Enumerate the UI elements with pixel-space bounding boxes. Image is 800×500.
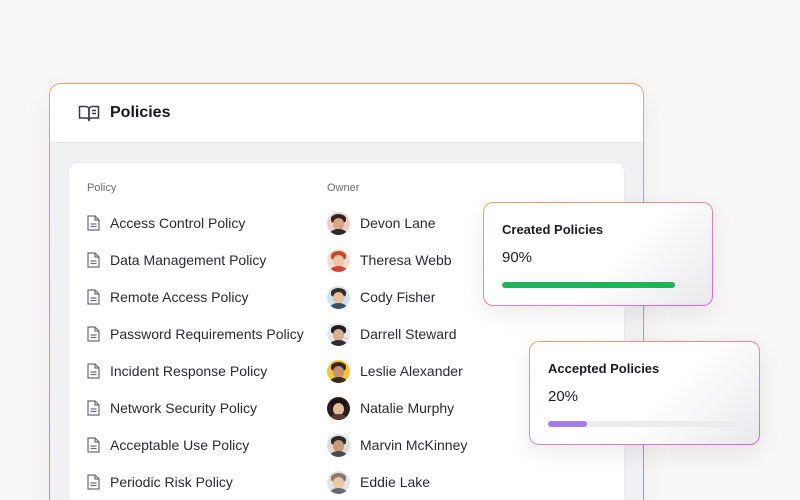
owner-name: Natalie Murphy bbox=[360, 400, 455, 416]
owner-name: Leslie Alexander bbox=[360, 363, 463, 379]
column-header-policy: Policy bbox=[87, 182, 117, 194]
document-icon bbox=[87, 289, 100, 305]
policy-name: Data Management Policy bbox=[110, 252, 267, 268]
avatar bbox=[327, 322, 350, 346]
policy-name: Access Control Policy bbox=[110, 215, 246, 231]
document-icon bbox=[87, 326, 100, 342]
created-policies-value: 90% bbox=[502, 249, 533, 266]
policy-name: Password Requirements Policy bbox=[110, 326, 304, 342]
page-title: Policies bbox=[110, 104, 171, 121]
column-header-owner: Owner bbox=[327, 182, 360, 194]
document-icon bbox=[87, 363, 100, 379]
accepted-progress-fill bbox=[548, 421, 587, 427]
policy-name: Incident Response Policy bbox=[110, 363, 268, 379]
avatar bbox=[327, 470, 350, 494]
avatar bbox=[327, 359, 350, 383]
avatar bbox=[327, 211, 350, 235]
card-header: Policies bbox=[50, 84, 643, 143]
policy-name: Acceptable Use Policy bbox=[110, 437, 250, 453]
owner-name: Darrell Steward bbox=[360, 326, 457, 342]
table-row[interactable]: Periodic Risk Policy Eddie Lake bbox=[69, 470, 624, 494]
policy-name: Network Security Policy bbox=[110, 400, 258, 416]
accepted-progress-track bbox=[548, 421, 741, 427]
policy-name: Periodic Risk Policy bbox=[110, 474, 233, 490]
owner-name: Theresa Webb bbox=[360, 252, 452, 268]
created-progress-track bbox=[502, 282, 694, 288]
owner-name: Marvin McKinney bbox=[360, 437, 468, 453]
accepted-policies-value: 20% bbox=[548, 388, 579, 405]
accepted-policies-card: Accepted Policies 20% bbox=[529, 341, 760, 445]
created-progress-fill bbox=[502, 282, 675, 288]
document-icon bbox=[87, 474, 100, 490]
book-open-icon bbox=[78, 104, 100, 122]
created-policies-card: Created Policies 90% bbox=[483, 202, 713, 306]
accepted-policies-title: Accepted Policies bbox=[548, 361, 660, 376]
avatar bbox=[327, 433, 350, 457]
owner-name: Cody Fisher bbox=[360, 289, 436, 305]
document-icon bbox=[87, 252, 100, 268]
policy-name: Remote Access Policy bbox=[110, 289, 249, 305]
avatar bbox=[327, 396, 350, 420]
avatar bbox=[327, 285, 350, 309]
document-icon bbox=[87, 437, 100, 453]
owner-name: Eddie Lake bbox=[360, 474, 431, 490]
avatar bbox=[327, 248, 350, 272]
document-icon bbox=[87, 215, 100, 231]
created-policies-title: Created Policies bbox=[502, 222, 604, 237]
owner-name: Devon Lane bbox=[360, 215, 436, 231]
document-icon bbox=[87, 400, 100, 416]
